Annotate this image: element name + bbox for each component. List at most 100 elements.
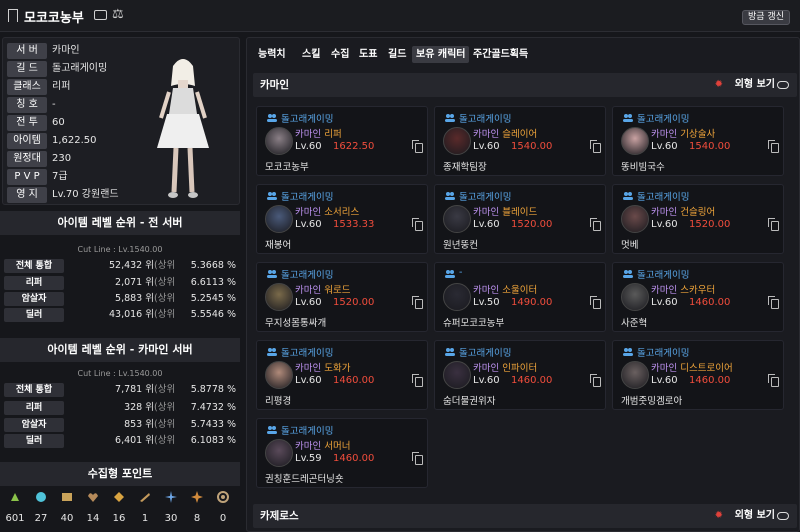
character-item-level: 1520.00 bbox=[511, 219, 553, 230]
collection-item[interactable]: 27 bbox=[29, 484, 53, 532]
copy-icon[interactable] bbox=[412, 140, 423, 153]
character-server-class: 카마인 기상술사 bbox=[651, 126, 715, 140]
copy-icon[interactable] bbox=[590, 374, 601, 387]
character-nickname: 모코코농부 bbox=[265, 162, 309, 173]
character-card[interactable]: 돌고래게이밍 카마인 인파이터 Lv.60 1460.00 숨더물권위자 bbox=[434, 340, 606, 410]
appearance-toggle[interactable] bbox=[777, 81, 789, 89]
adventure-tome-icon bbox=[140, 493, 150, 502]
character-server-class: 카마인 블레이드 bbox=[473, 204, 537, 218]
character-card[interactable]: 돌고래게이밍 카마인 디스트로이어 Lv.60 1460.00 개범줏밍겜로아 bbox=[612, 340, 784, 410]
collection-item[interactable]: 1 bbox=[133, 484, 157, 532]
character-level: Lv.60 bbox=[295, 297, 322, 308]
character-avatar bbox=[621, 205, 649, 233]
character-nickname: 사준혁 bbox=[621, 318, 648, 329]
copy-icon[interactable] bbox=[412, 452, 423, 465]
character-server-class: 카마인 건슬링어 bbox=[651, 204, 715, 218]
character-server-class: 카마인 워로드 bbox=[295, 282, 351, 296]
profile-value: 60 bbox=[52, 117, 65, 128]
collection-item[interactable]: 601 bbox=[3, 484, 27, 532]
appearance-view-label: 외형 보기 bbox=[734, 510, 775, 521]
character-class: 건슬링어 bbox=[680, 207, 716, 218]
character-card[interactable]: 돌고래게이밍 카마인 소서리스 Lv.60 1533.33 재봉어 bbox=[256, 184, 428, 254]
character-card[interactable]: 돌고래게이밍 카마인 서머너 Lv.59 1460.00 권칭훈드레곤터닝숏 bbox=[256, 418, 428, 488]
profile-label: 아이템 bbox=[7, 133, 47, 149]
character-avatar bbox=[443, 205, 471, 233]
character-card[interactable]: 돌고래게이밍 카마인 리퍼 Lv.60 1622.50 모코코농부 bbox=[256, 106, 428, 176]
rank-pct-prefix: (상위 bbox=[154, 293, 176, 304]
ranking-server-row: 리퍼 328 위 (상위 7.4732 % bbox=[4, 401, 236, 415]
copy-icon[interactable] bbox=[768, 140, 779, 153]
appearance-toggle[interactable] bbox=[777, 512, 789, 520]
ranking-all-row: 리퍼 2,071 위 (상위 6.6113 % bbox=[4, 276, 236, 290]
tab-skills[interactable]: 스킬 bbox=[302, 46, 320, 63]
character-card[interactable]: - 카마인 소울이터 Lv.50 1490.00 슈퍼모코코농부 bbox=[434, 262, 606, 332]
character-server: 카마인 bbox=[651, 207, 678, 218]
rank-value: 5,883 위 bbox=[115, 293, 154, 304]
copy-icon[interactable] bbox=[590, 218, 601, 231]
copy-icon[interactable] bbox=[590, 140, 601, 153]
collection-item[interactable]: 14 bbox=[81, 484, 105, 532]
profile-label: 서 버 bbox=[7, 43, 47, 59]
character-item-level: 1490.00 bbox=[511, 297, 553, 308]
rank-pct-prefix: (상위 bbox=[154, 419, 176, 430]
character-server: 카마인 bbox=[295, 207, 322, 218]
character-level: Lv.59 bbox=[295, 453, 322, 464]
character-card[interactable]: 돌고래게이밍 카마인 기상술사 Lv.60 1540.00 똥비빔국수 bbox=[612, 106, 784, 176]
character-class: 디스트로이어 bbox=[680, 363, 733, 374]
character-guild: 돌고래게이밍 bbox=[637, 348, 690, 359]
collection-item[interactable]: 40 bbox=[55, 484, 79, 532]
ranking-server-row: 암살자 853 위 (상위 5.7433 % bbox=[4, 418, 236, 432]
character-server-class: 카마인 인파이터 bbox=[473, 360, 537, 374]
character-class: 소울이터 bbox=[502, 285, 538, 296]
character-level: Lv.60 bbox=[295, 141, 322, 152]
character-card[interactable]: 돌고래게이밍 카마인 워로드 Lv.60 1520.00 무지성몸통싸개 bbox=[256, 262, 428, 332]
copy-icon[interactable] bbox=[412, 296, 423, 309]
tab-weekly-gold[interactable]: 주간골드획득 bbox=[473, 46, 528, 63]
rank-pct-prefix: (상위 bbox=[154, 277, 176, 288]
character-avatar bbox=[265, 361, 293, 389]
character-card[interactable]: 돌고래게이밍 카마인 도화가 Lv.60 1460.00 리평경 bbox=[256, 340, 428, 410]
character-level: Lv.60 bbox=[473, 219, 500, 230]
tab-collection[interactable]: 수집 bbox=[331, 46, 349, 63]
character-guild: 돌고래게이밍 bbox=[459, 192, 512, 203]
character-guild: 돌고래게이밍 bbox=[281, 114, 334, 125]
character-server-class: 카마인 소서리스 bbox=[295, 204, 359, 218]
tab-characters[interactable]: 보유 캐릭터 bbox=[412, 46, 470, 63]
copy-icon[interactable] bbox=[590, 296, 601, 309]
profile-label: 원정대 bbox=[7, 151, 47, 167]
copy-icon[interactable] bbox=[768, 296, 779, 309]
collection-item[interactable]: 30 bbox=[159, 484, 183, 532]
left-panel: 서 버 카마인 길 드 돌고래게이밍 클래스 리퍼 칭 호- 전 투 60 아이템 1,6… bbox=[0, 37, 240, 532]
character-guild: 돌고래게이밍 bbox=[281, 348, 334, 359]
copy-icon[interactable] bbox=[412, 374, 423, 387]
id-card-icon[interactable] bbox=[94, 10, 107, 20]
copy-icon[interactable] bbox=[768, 218, 779, 231]
character-nickname: 멋베 bbox=[621, 240, 639, 251]
character-level: Lv.60 bbox=[651, 219, 678, 230]
character-card[interactable]: 돌고래게이밍 카마인 건슬링어 Lv.60 1520.00 멋베 bbox=[612, 184, 784, 254]
collection-item[interactable]: 0 bbox=[211, 484, 235, 532]
character-card[interactable]: 돌고래게이밍 카마인 스카우터 Lv.60 1460.00 사준혁 bbox=[612, 262, 784, 332]
character-nickname: 원년뚱컨 bbox=[443, 240, 478, 251]
character-level: Lv.60 bbox=[651, 141, 678, 152]
tab-guild[interactable]: 길드 bbox=[388, 46, 406, 63]
refresh-button[interactable]: 방금 갱신 bbox=[742, 10, 790, 25]
tab-stats[interactable]: 능력치 bbox=[258, 46, 286, 63]
tab-chart[interactable]: 도표 bbox=[359, 46, 377, 63]
ranking-all-header: 아이템 레벨 순위 - 전 서버 bbox=[0, 211, 240, 235]
character-server-class: 카마인 스카우터 bbox=[651, 282, 715, 296]
profile-value: 리퍼 bbox=[52, 81, 71, 92]
rank-label: 리퍼 bbox=[4, 401, 64, 415]
collection-item[interactable]: 8 bbox=[185, 484, 209, 532]
rank-value: 2,071 위 bbox=[115, 277, 154, 288]
scale-icon[interactable]: ⚖ bbox=[112, 7, 124, 22]
character-server: 카마인 bbox=[295, 363, 322, 374]
character-card[interactable]: 돌고래게이밍 카마인 슬레이어 Lv.60 1540.00 종재학팀장 bbox=[434, 106, 606, 176]
character-card[interactable]: 돌고래게이밍 카마인 블레이드 Lv.60 1520.00 원년뚱컨 bbox=[434, 184, 606, 254]
bookmark-icon[interactable] bbox=[8, 9, 18, 22]
character-avatar bbox=[265, 205, 293, 233]
collection-item[interactable]: 16 bbox=[107, 484, 131, 532]
copy-icon[interactable] bbox=[412, 218, 423, 231]
character-avatar bbox=[265, 439, 293, 467]
copy-icon[interactable] bbox=[768, 374, 779, 387]
